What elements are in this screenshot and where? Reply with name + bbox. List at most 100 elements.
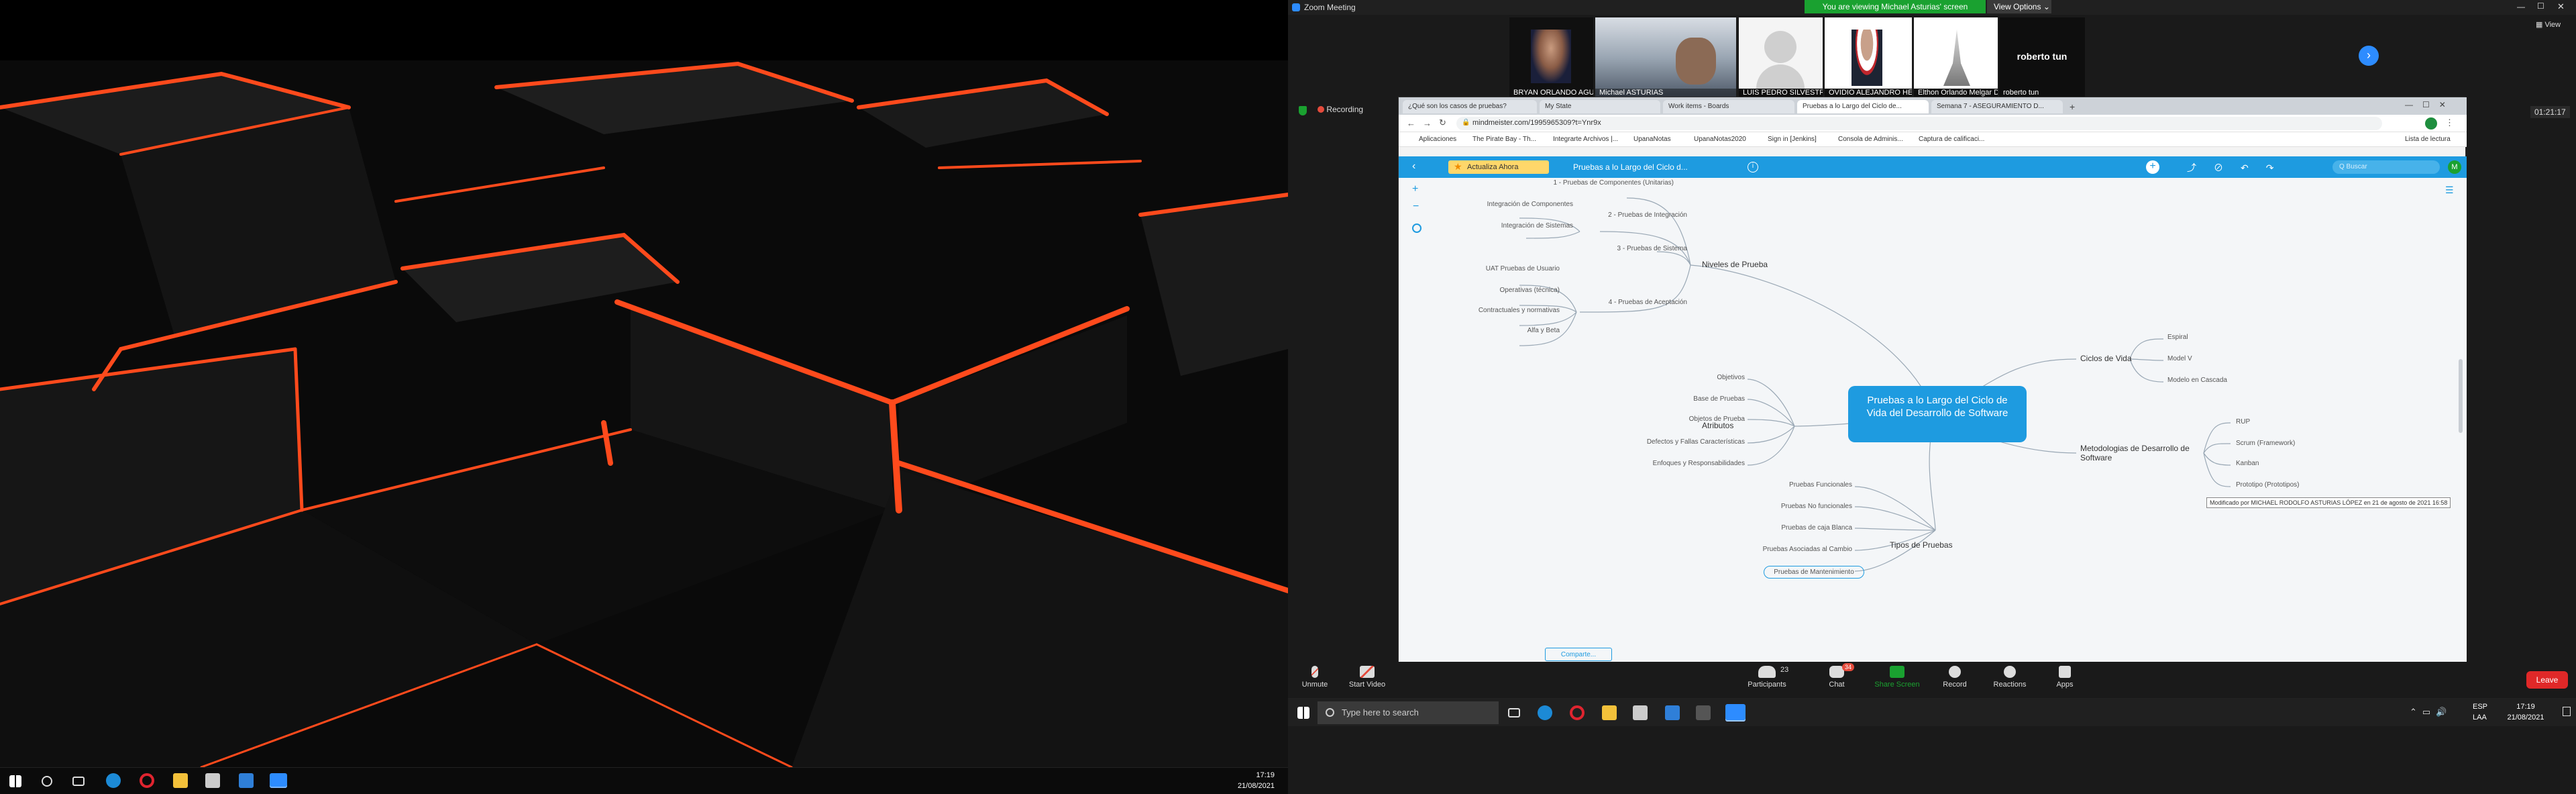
zoom-icon[interactable]	[270, 773, 287, 788]
scrollbar[interactable]	[2459, 359, 2463, 433]
ciclos-item[interactable]: Model V	[2167, 355, 2192, 362]
new-tab-icon[interactable]: +	[2070, 101, 2075, 112]
security-shield-icon[interactable]	[1299, 106, 1307, 115]
niveles-item[interactable]: 2 - Pruebas de Integración	[1566, 211, 1687, 219]
atributos-item[interactable]: Enfoques y Responsabilidades	[1533, 460, 1745, 467]
bookmark[interactable]: The Pirate Bay - Th...	[1472, 136, 1536, 143]
close-icon[interactable]: ✕	[2557, 1, 2565, 12]
store-icon[interactable]	[1633, 705, 1648, 720]
edge-icon[interactable]	[1538, 705, 1552, 720]
profile-icon[interactable]	[2425, 117, 2437, 130]
task-view-icon[interactable]	[72, 777, 85, 786]
browser-tab[interactable]: Work items - Boards	[1663, 100, 1794, 113]
input-lang-2[interactable]: LAA	[2473, 713, 2493, 722]
user-avatar[interactable]: M	[2448, 160, 2461, 174]
system-tray-icons[interactable]: ⌃▭🔊	[2410, 707, 2452, 717]
opera-icon[interactable]	[1570, 705, 1585, 720]
participant-tile[interactable]: roberto tun roberto tun	[1999, 17, 2085, 98]
maximize-icon[interactable]: ☐	[2537, 1, 2544, 11]
record-button[interactable]: Record	[1928, 666, 1982, 689]
share-button[interactable]: Comparte...	[1545, 648, 1612, 661]
ciclos-item[interactable]: Espiral	[2167, 334, 2188, 341]
zoom-out-icon[interactable]: −	[1413, 201, 1419, 213]
node-niveles[interactable]: Niveles de Prueba	[1702, 260, 1768, 269]
opera-icon[interactable]	[140, 773, 154, 788]
minimize-icon[interactable]: —	[2517, 2, 2525, 11]
zoom-in-icon[interactable]: +	[1412, 183, 1418, 195]
ciclos-item[interactable]: Modelo en Cascada	[2167, 377, 2227, 384]
tipos-item[interactable]: Pruebas Funcionales	[1687, 481, 1852, 489]
tipos-item[interactable]: Pruebas No funcionales	[1687, 503, 1852, 510]
tipos-item[interactable]: Pruebas Asociadas al Cambio	[1687, 546, 1852, 553]
niveles-item[interactable]: 1 - Pruebas de Componentes (Unitarias)	[1506, 179, 1674, 187]
niveles-item[interactable]: 3 - Pruebas de Sistema	[1566, 245, 1688, 252]
root-node[interactable]: Pruebas a lo Largo del Ciclo de Vida del…	[1848, 386, 2027, 442]
mail-icon[interactable]	[1665, 705, 1680, 720]
file-explorer-icon[interactable]	[173, 773, 188, 788]
bookmark[interactable]: Aplicaciones	[1419, 136, 1456, 143]
bookmark[interactable]: Consola de Adminis...	[1838, 136, 1903, 143]
next-page-button[interactable]: ›	[2359, 46, 2379, 66]
task-view-icon[interactable]	[1508, 708, 1520, 717]
niveles-item[interactable]: 4 - Pruebas de Aceptación	[1566, 299, 1687, 306]
metodologias-item[interactable]: RUP	[2236, 418, 2250, 426]
recording-indicator[interactable]: Recording	[1318, 105, 1363, 114]
upgrade-button[interactable]: ★ Actualiza Ahora	[1448, 160, 1549, 174]
center-icon[interactable]	[1412, 224, 1421, 233]
info-icon[interactable]: i	[1748, 162, 1758, 172]
menu-icon[interactable]: ⋮	[2445, 117, 2454, 128]
search-field[interactable]: Q Buscar	[2332, 160, 2440, 174]
browser-tab-active[interactable]: Pruebas a lo Largo del Ciclo de...	[1797, 100, 1929, 113]
metodologias-item[interactable]: Kanban	[2236, 460, 2259, 467]
tipos-item-selected[interactable]: Pruebas de Mantenimiento	[1764, 566, 1864, 579]
mail-icon[interactable]	[239, 773, 254, 788]
atributos-item[interactable]: Objetivos	[1533, 374, 1745, 381]
browser-tab[interactable]: ¿Qué son los casos de pruebas?	[1403, 100, 1537, 113]
aceptacion-item[interactable]: UAT Pruebas de Usuario	[1412, 265, 1560, 272]
sidebar-menu-icon[interactable]: ☰	[2445, 185, 2454, 196]
participant-tile[interactable]: LUIS PEDRO SILVESTRE CRUZ	[1739, 17, 1823, 98]
atributos-item[interactable]: Base de Pruebas	[1533, 395, 1745, 403]
bookmark[interactable]: Integrarte Archivos |...	[1553, 136, 1618, 143]
toolbar-icons[interactable]: ⤴⊘↶↷	[2187, 161, 2291, 175]
bookmark[interactable]: Captura de calificaci...	[1919, 136, 1984, 143]
participant-tile[interactable]: Elthon Orlando Melgar De Le...	[1914, 17, 1998, 98]
node-tipos[interactable]: Tipos de Pruebas	[1890, 540, 1953, 550]
node-metodologias[interactable]: Metodologias de Desarrollo de Software	[2080, 444, 2208, 462]
notifications-icon[interactable]	[2563, 707, 2571, 716]
participant-tile[interactable]: OVIDIO ALEJANDRO HERNAN...	[1825, 17, 1912, 98]
metodologias-item[interactable]: Scrum (Framework)	[2236, 440, 2295, 447]
reactions-button[interactable]: Reactions	[1983, 666, 2037, 689]
windows-start-icon[interactable]	[9, 775, 21, 787]
apps-button[interactable]: Apps	[2038, 666, 2092, 689]
terminal-icon[interactable]	[1696, 705, 1711, 720]
participant-tile[interactable]: Michael ASTURIAS	[1595, 17, 1736, 98]
store-icon[interactable]	[205, 773, 220, 788]
edge-icon[interactable]	[106, 773, 121, 788]
input-lang-1[interactable]: ESP	[2473, 703, 2493, 711]
bookmark[interactable]: UpanaNotas2020	[1694, 136, 1746, 143]
share-screen-button[interactable]: Share Screen	[1870, 666, 1924, 689]
reload-icon[interactable]: ↻	[1439, 117, 1446, 128]
bookmark[interactable]: UpanaNotas	[1633, 136, 1671, 143]
chat-button[interactable]: Chat	[1810, 666, 1864, 689]
map-title[interactable]: Pruebas a lo Largo del Ciclo d...	[1573, 162, 1688, 172]
browser-tab[interactable]: Semana 7 - ASEGURAMIENTO D...	[1931, 100, 2063, 113]
zoom-icon[interactable]	[1725, 704, 1746, 722]
tipos-item[interactable]: Pruebas de caja Blanca	[1687, 524, 1852, 532]
view-button[interactable]: ▦ View	[2536, 20, 2561, 29]
aceptacion-item[interactable]: Operativas (técnica)	[1412, 287, 1560, 294]
taskbar-search[interactable]: Type here to search	[1318, 701, 1499, 724]
metodologias-item[interactable]: Prototipo (Prototipos)	[2236, 481, 2300, 489]
aceptacion-item[interactable]: Alfa y Beta	[1412, 327, 1560, 334]
unmute-button[interactable]: Unmute	[1288, 666, 1342, 689]
bookmark[interactable]: Sign in [Jenkins]	[1768, 136, 1817, 143]
atributos-item[interactable]: Objetos de Prueba	[1533, 415, 1745, 423]
atributos-item[interactable]: Defectos y Fallas Características	[1533, 438, 1745, 446]
reading-list[interactable]: Lista de lectura	[2405, 136, 2451, 143]
windows-start-icon[interactable]	[1297, 707, 1309, 719]
mindmap-canvas[interactable]: Pruebas a lo Largo del Ciclo de Vida del…	[1399, 178, 2467, 662]
node-ciclos[interactable]: Ciclos de Vida	[2080, 354, 2132, 363]
search-icon[interactable]	[42, 776, 52, 787]
browser-tab[interactable]: My State	[1540, 100, 1660, 113]
